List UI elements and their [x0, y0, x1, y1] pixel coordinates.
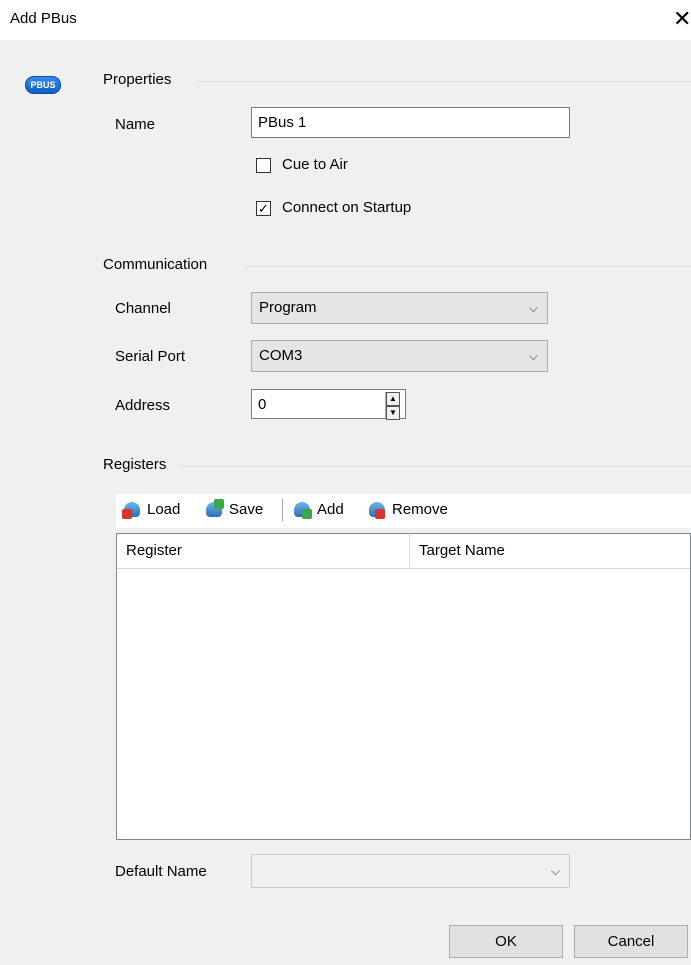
chevron-down-icon: ⌵ — [528, 301, 538, 315]
default-name-dropdown[interactable]: ⌵ — [251, 854, 570, 888]
chevron-down-icon: ⌵ — [528, 349, 538, 363]
serial-port-label: Serial Port — [115, 348, 186, 365]
load-label: Load — [147, 500, 181, 518]
column-header-target-name[interactable]: Target Name — [419, 534, 505, 568]
default-name-label: Default Name — [115, 863, 207, 880]
add-button[interactable]: Add — [292, 499, 344, 519]
serial-port-dropdown[interactable]: COM3 ⌵ — [251, 340, 548, 372]
save-button[interactable]: Save — [204, 499, 263, 519]
communication-heading: Communication — [103, 256, 208, 273]
channel-label: Channel — [115, 300, 171, 317]
connect-on-startup-checkbox[interactable]: ✓ — [256, 201, 271, 216]
stepper-down-icon[interactable]: ▼ — [386, 406, 400, 420]
close-icon[interactable]: ✕ — [673, 5, 691, 33]
properties-divider — [198, 81, 691, 82]
remove-label: Remove — [392, 500, 448, 518]
channel-dropdown[interactable]: Program ⌵ — [251, 292, 548, 324]
channel-value: Program — [259, 299, 317, 316]
load-button[interactable]: Load — [122, 499, 180, 519]
toolbar-separator — [282, 499, 283, 521]
load-icon — [122, 499, 142, 519]
table-header: Register Target Name — [117, 534, 690, 569]
save-label: Save — [229, 500, 264, 518]
connect-on-startup-label[interactable]: Connect on Startup — [282, 199, 411, 216]
chevron-down-icon: ⌵ — [550, 864, 560, 878]
name-field[interactable] — [251, 107, 570, 138]
stepper-up-icon[interactable]: ▲ — [386, 392, 400, 406]
cue-to-air-label[interactable]: Cue to Air — [282, 156, 348, 173]
window-title: Add PBus — [10, 10, 77, 27]
address-label: Address — [115, 397, 171, 414]
address-field[interactable] — [251, 389, 406, 419]
pbus-icon: PBUS — [25, 76, 61, 94]
serial-port-value: COM3 — [259, 347, 303, 364]
ok-button[interactable]: OK — [449, 925, 563, 958]
remove-button[interactable]: Remove — [367, 499, 448, 519]
communication-divider — [245, 266, 691, 267]
registers-heading: Registers — [103, 456, 167, 473]
remove-icon — [367, 499, 387, 519]
cue-to-air-checkbox[interactable] — [256, 158, 271, 173]
save-icon — [204, 499, 224, 519]
properties-heading: Properties — [103, 71, 172, 88]
registers-divider — [182, 466, 691, 467]
title-bar — [0, 0, 691, 40]
add-label: Add — [317, 500, 344, 518]
column-divider[interactable] — [409, 534, 410, 568]
name-label: Name — [115, 116, 156, 133]
column-header-register[interactable]: Register — [126, 534, 182, 568]
registers-table[interactable]: Register Target Name — [116, 533, 691, 840]
address-stepper[interactable]: ▲ ▼ — [385, 392, 400, 420]
cancel-button[interactable]: Cancel — [574, 925, 688, 958]
add-icon — [292, 499, 312, 519]
